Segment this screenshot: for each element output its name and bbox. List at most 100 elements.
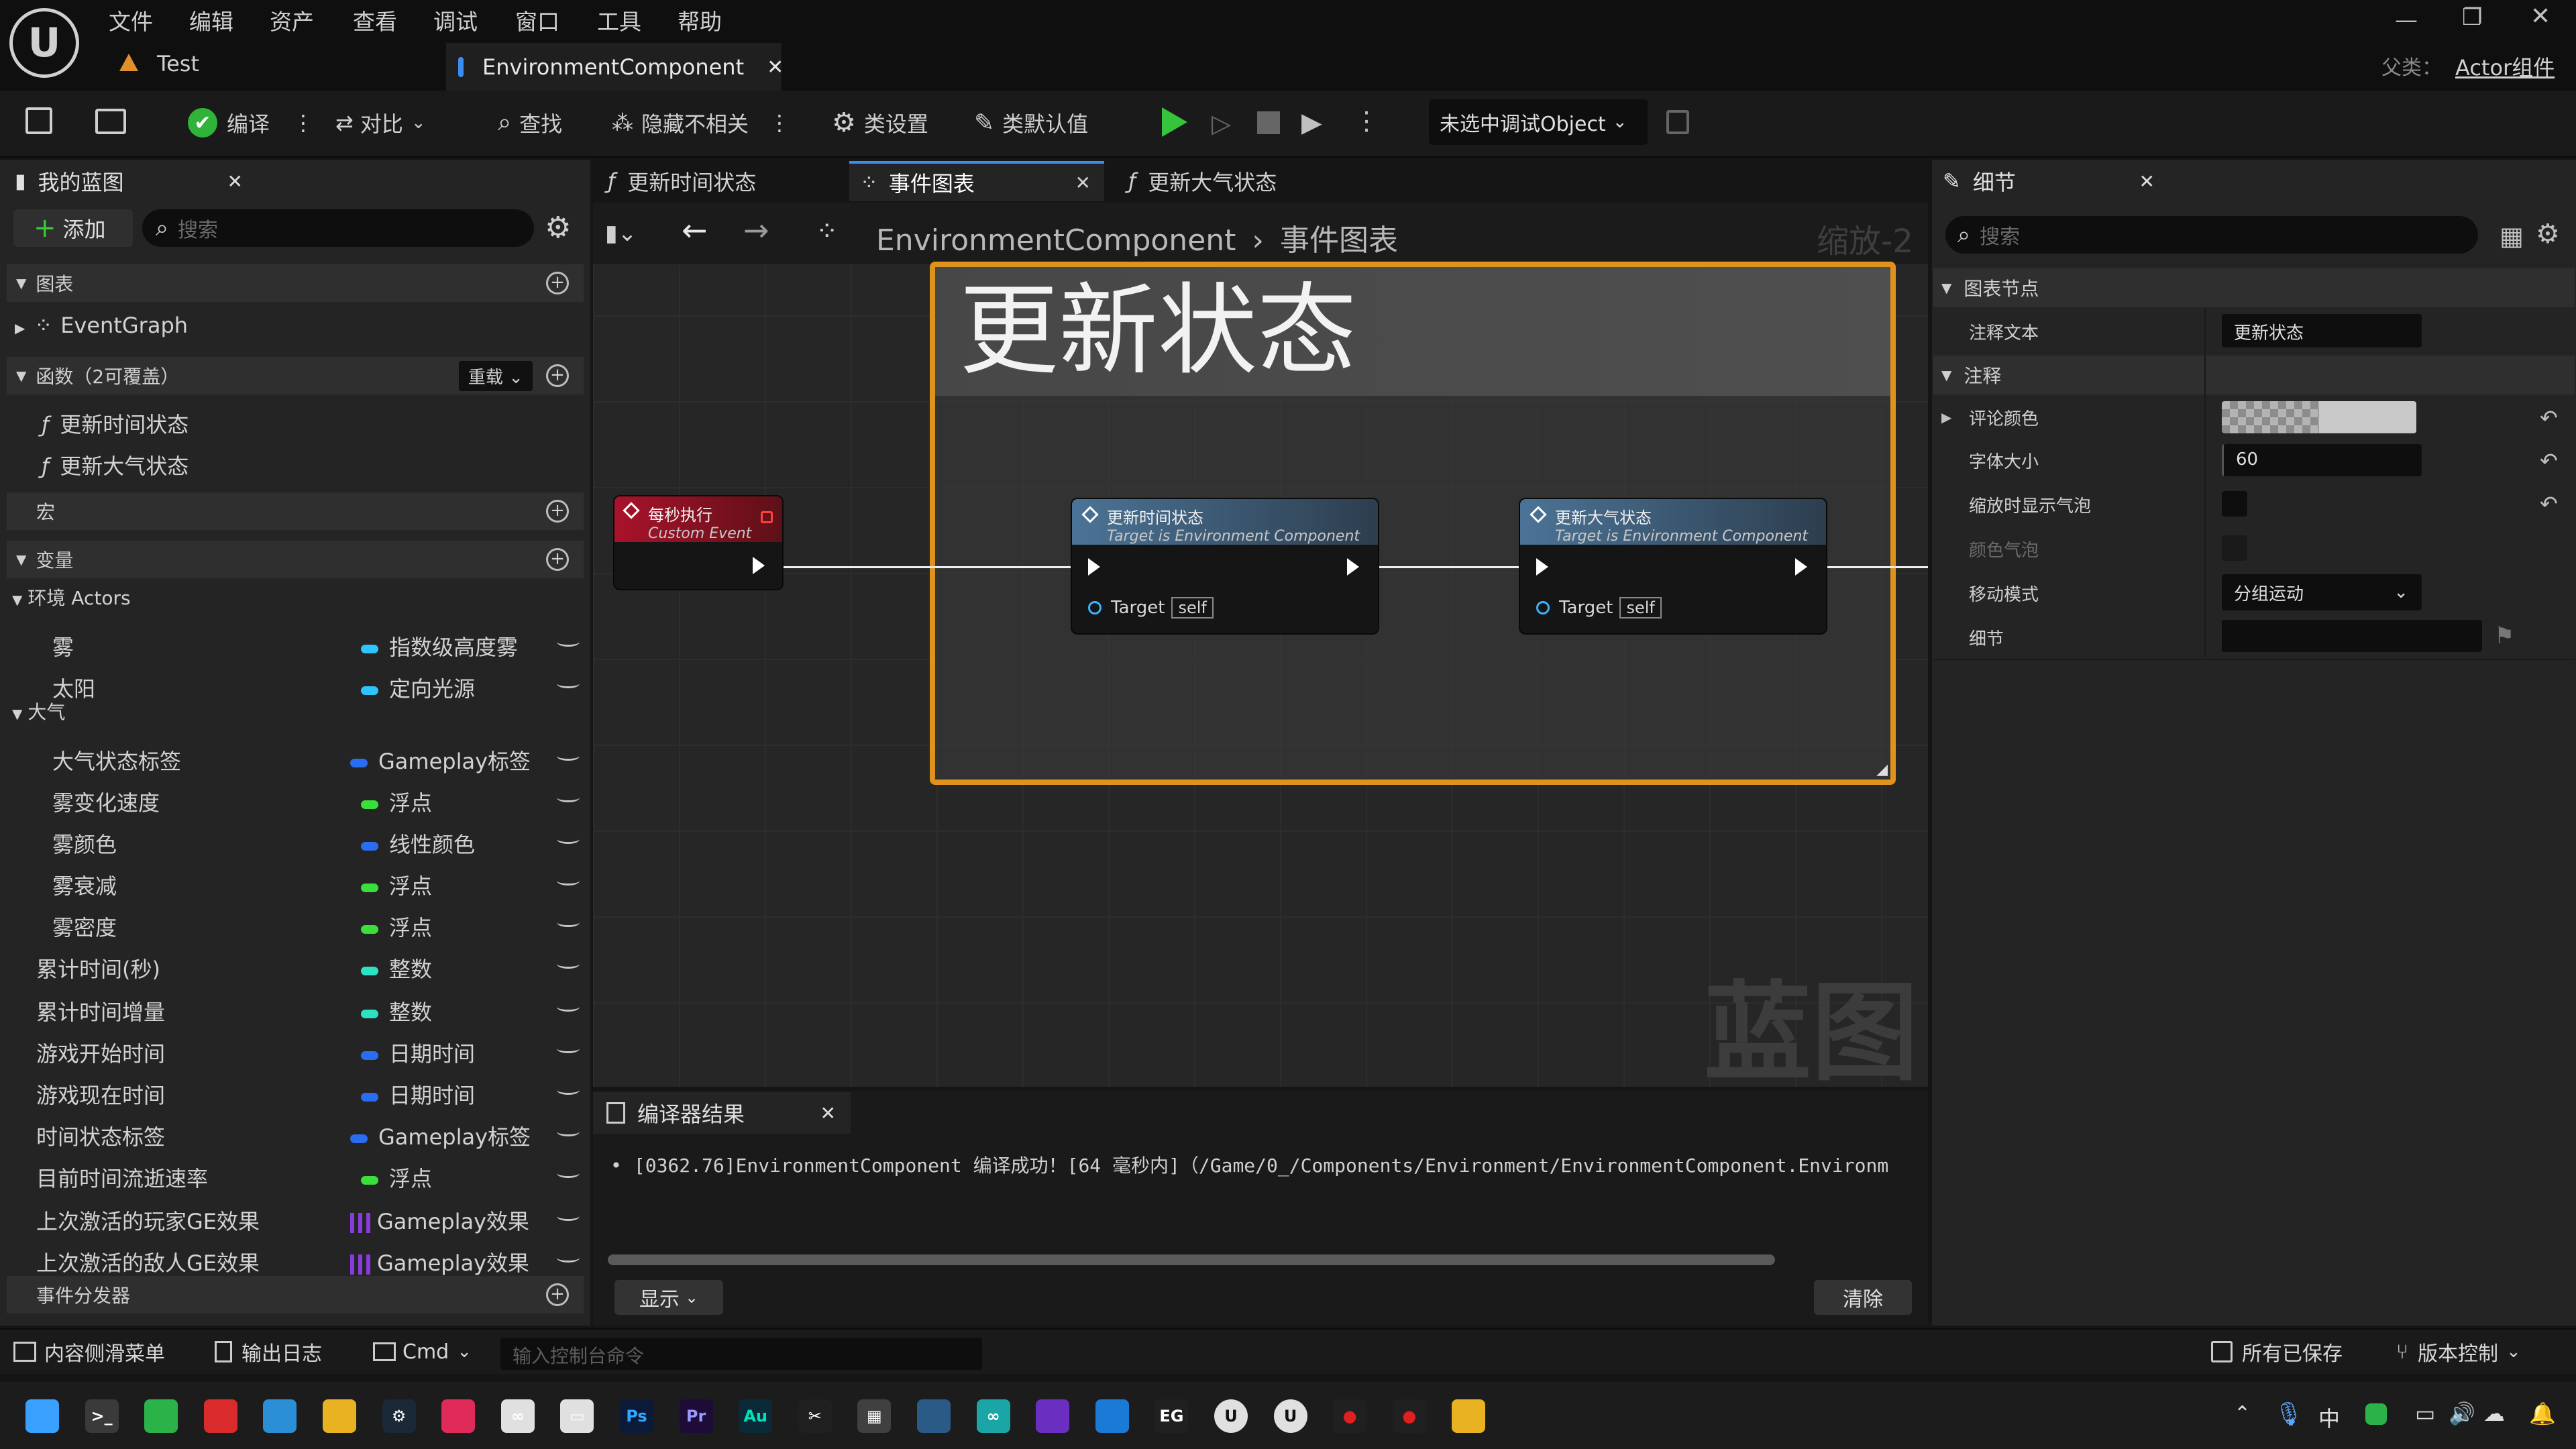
step-icon[interactable]: ▷ (1212, 109, 1231, 138)
file-explorer-icon[interactable] (1452, 1399, 1486, 1433)
visual-studio-icon[interactable] (1036, 1399, 1070, 1433)
cmd-dropdown[interactable]: Cmd ⌄ (373, 1335, 472, 1368)
visibility-eye-icon[interactable] (557, 637, 580, 647)
menu-item[interactable]: 文件 (109, 4, 153, 36)
menu-item[interactable]: 查看 (353, 4, 397, 36)
variable-item[interactable]: 时间状态标签 Gameplay标签 (7, 1115, 584, 1152)
close-tab-icon[interactable]: ✕ (767, 56, 784, 79)
variable-item[interactable]: 大气状态标签 Gameplay标签 (7, 739, 584, 777)
category-atmosphere[interactable]: ▼ 大气 (12, 698, 65, 724)
close-tab-icon[interactable]: ✕ (2139, 170, 2155, 193)
debug-filter-icon[interactable] (1666, 110, 1689, 134)
table-view-icon[interactable]: ▦ (2500, 221, 2524, 251)
variable-item[interactable]: 累计时间增量 整数 (7, 990, 584, 1028)
vscode-icon[interactable] (1095, 1399, 1129, 1433)
variable-item[interactable]: 雾 指数级高度雾 (7, 625, 584, 663)
app-icon[interactable] (441, 1399, 476, 1433)
epic-games-icon[interactable]: EG (1155, 1399, 1189, 1433)
capcut-icon[interactable]: ✂ (798, 1399, 832, 1433)
visibility-eye-icon[interactable] (557, 1127, 580, 1136)
show-bubble-checkbox[interactable] (2222, 491, 2247, 517)
tab-update-time-state[interactable]: ƒ 更新时间状态 (604, 161, 832, 201)
premiere-icon[interactable]: Pr (679, 1399, 713, 1433)
variable-item[interactable]: 雾变化速度 浮点 (7, 781, 584, 818)
comment-color-swatch[interactable] (2222, 401, 2416, 433)
function-call-node[interactable]: 更新时间状态 Target is Environment Component T… (1072, 499, 1378, 633)
back-arrow-icon[interactable]: ← (682, 212, 708, 248)
app-icon[interactable]: ▭ (560, 1399, 594, 1433)
class-settings-button[interactable]: ⚙ 类设置 (832, 101, 928, 145)
minimize-icon[interactable]: — (2395, 7, 2418, 34)
console-input[interactable]: 输入控制台命令 (500, 1338, 982, 1370)
chrome-icon[interactable] (323, 1399, 356, 1433)
show-dropdown[interactable]: 显示 ⌄ (614, 1280, 723, 1315)
function-item[interactable]: ƒ 更新时间状态 (42, 408, 189, 439)
variable-item[interactable]: 雾密度 浮点 (7, 906, 584, 943)
menu-item[interactable]: 帮助 (678, 4, 722, 36)
add-circle-icon[interactable]: + (546, 272, 569, 294)
add-circle-icon[interactable]: + (546, 1283, 569, 1306)
exec-out-pin[interactable] (753, 557, 765, 574)
source-control-button[interactable]: ⑂ 版本控制 ⌄ (2396, 1335, 2521, 1368)
parent-class-link[interactable]: Actor组件 (2455, 51, 2555, 82)
section-graph-node[interactable]: ▼ 图表节点 (1933, 268, 2575, 307)
calculator-icon[interactable]: ▦ (857, 1399, 892, 1433)
edge-icon[interactable] (263, 1399, 297, 1433)
my-blueprint-tab[interactable]: ▮ 我的蓝图 ✕ (0, 161, 260, 201)
section-functions[interactable]: ▼ 函数（2可覆盖） 重载 ⌄ + (7, 357, 584, 394)
wechat-icon[interactable] (144, 1399, 178, 1433)
terminal-icon[interactable]: >_ (85, 1399, 119, 1433)
settings-gear-icon[interactable]: ⚙ (545, 211, 571, 245)
move-mode-dropdown[interactable]: 分组运动 ⌄ (2222, 574, 2422, 610)
asset-tab[interactable]: EnvironmentComponent ✕ (446, 43, 784, 91)
visibility-eye-icon[interactable] (557, 679, 580, 688)
variable-item[interactable]: 目前时间流逝速率 浮点 (7, 1157, 584, 1194)
exec-out-pin[interactable] (1795, 558, 1807, 576)
debug-object-dropdown[interactable]: 未选中调试Object ⌄ (1429, 99, 1648, 145)
tab-event-graph[interactable]: ⁘ 事件图表 ✕ (849, 161, 1104, 201)
resize-handle-icon[interactable]: ◢ (1876, 761, 1888, 778)
save-icon[interactable] (25, 107, 52, 134)
reset-arrow-icon[interactable]: ↶ (2540, 491, 2558, 517)
netease-music-icon[interactable] (203, 1399, 237, 1433)
visibility-eye-icon[interactable] (557, 876, 580, 885)
diff-button[interactable]: ⇄ 对比 ⌄ (335, 101, 426, 145)
function-call-node[interactable]: 更新大气状态 Target is Environment Component T… (1520, 499, 1826, 633)
comment-title[interactable]: 更新状态 (959, 274, 1356, 388)
font-size-field[interactable]: 60 (2222, 444, 2422, 476)
steam-icon[interactable]: ⚙ (382, 1399, 416, 1433)
detail-field[interactable] (2222, 620, 2482, 652)
flag-icon[interactable]: ⚑ (2494, 623, 2514, 649)
obs-record-icon[interactable]: ● (1333, 1399, 1367, 1433)
arduino-icon[interactable]: ∞ (976, 1399, 1010, 1433)
display-icon[interactable]: ▭ (2415, 1401, 2435, 1426)
windows-start-icon[interactable] (25, 1399, 59, 1433)
volume-icon[interactable]: 🔊 (2449, 1401, 2475, 1426)
record-icon[interactable]: ● (1392, 1399, 1426, 1433)
menu-item[interactable]: 调试 (433, 4, 478, 36)
stop-icon[interactable] (1257, 111, 1280, 134)
mysql-workbench-icon[interactable] (917, 1399, 951, 1433)
play-icon[interactable] (1162, 107, 1187, 137)
details-tab[interactable]: ✎ 细节 ✕ (1933, 161, 2168, 201)
notification-bell-icon[interactable]: 🔔 (2529, 1401, 2556, 1426)
variable-item[interactable]: 上次激活的敌人GE效果 Gameplay效果 (7, 1241, 584, 1279)
target-pin-value[interactable]: self (1619, 597, 1662, 619)
variable-item[interactable]: 游戏开始时间 日期时间 (7, 1032, 584, 1069)
wechat-tray-icon[interactable] (2365, 1403, 2387, 1425)
section-variables[interactable]: ▼ 变量 + (7, 541, 584, 578)
class-defaults-button[interactable]: ✎ 类默认值 (974, 101, 1088, 145)
eject-icon[interactable]: ▶ (1301, 107, 1322, 138)
compiler-results-tab[interactable]: 编译器结果 ✕ (593, 1092, 851, 1134)
compile-button[interactable]: ✔ 编译 ⋮ (188, 101, 314, 145)
meta-icon[interactable]: ∞ (500, 1399, 535, 1433)
bookmark-icon[interactable]: ▮⌄ (605, 220, 637, 247)
section-macros[interactable]: 宏 + (7, 492, 584, 530)
exec-in-pin[interactable] (1088, 558, 1100, 576)
close-tab-icon[interactable]: ✕ (1075, 172, 1091, 194)
target-pin-icon[interactable] (1536, 601, 1550, 614)
content-drawer-button[interactable]: 内容侧滑菜单 (13, 1335, 165, 1368)
visibility-eye-icon[interactable] (557, 793, 580, 802)
forward-arrow-icon[interactable]: → (743, 212, 769, 248)
reset-arrow-icon[interactable]: ↶ (2540, 448, 2558, 474)
